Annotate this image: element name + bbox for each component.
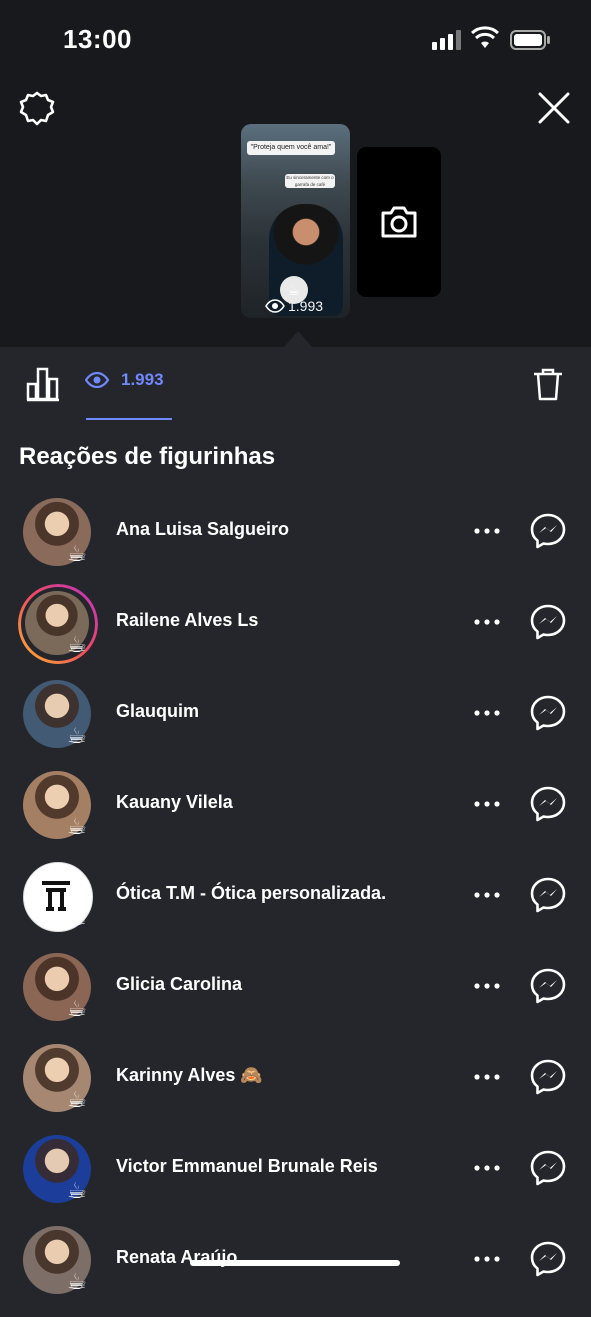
viewer-row[interactable]: ☕ Glauquim — [0, 680, 591, 771]
viewer-name[interactable]: Glauquim — [116, 701, 199, 722]
messenger-icon[interactable] — [529, 694, 567, 732]
messenger-icon[interactable] — [529, 1149, 567, 1187]
coffee-reaction-icon: ☕ — [67, 632, 87, 657]
story-view-count: 1.993 — [265, 298, 323, 314]
gear-icon[interactable] — [18, 90, 56, 128]
coffee-reaction-icon: ☕ — [67, 541, 87, 566]
battery-icon — [510, 30, 550, 50]
viewer-name[interactable]: Ana Luisa Salgueiro — [116, 519, 289, 540]
viewer-row[interactable]: ☕ Ana Luisa Salgueiro — [0, 498, 591, 589]
close-icon[interactable] — [536, 90, 572, 126]
messenger-icon[interactable] — [529, 785, 567, 823]
viewer-row[interactable]: ☕ Railene Alves Ls — [0, 584, 591, 680]
more-options-icon[interactable] — [473, 521, 501, 541]
eye-icon — [265, 299, 285, 313]
more-options-icon[interactable] — [473, 976, 501, 996]
avatar[interactable]: ☕ — [23, 953, 91, 1021]
viewer-row[interactable]: ☕ Kauany Vilela — [0, 771, 591, 862]
avatar[interactable]: ☕ — [23, 1135, 91, 1203]
viewer-name[interactable]: Ótica T.M - Ótica personalizada. — [116, 883, 386, 904]
coffee-reaction-icon: ☕ — [67, 723, 87, 748]
messenger-icon[interactable] — [529, 876, 567, 914]
story-thumbnail[interactable]: "Proteja quem você ama!" Eu sinceramente… — [241, 124, 350, 318]
wifi-icon — [471, 26, 499, 48]
more-options-icon[interactable] — [473, 1249, 501, 1269]
eye-icon — [85, 372, 109, 388]
viewer-row[interactable]: ☕ Victor Emmanuel Brunale Reis — [0, 1135, 591, 1226]
story-views-label: 1.993 — [288, 298, 324, 314]
more-options-icon[interactable] — [473, 794, 501, 814]
viewer-name[interactable]: Glicia Carolina — [116, 974, 242, 995]
trash-icon[interactable] — [531, 366, 565, 402]
coffee-reaction-icon: ☕ — [67, 905, 87, 930]
messenger-icon[interactable] — [529, 967, 567, 1005]
coffee-reaction-icon: ☕ — [67, 1087, 87, 1112]
avatar[interactable]: ☕ — [23, 862, 93, 932]
avatar[interactable]: ☕ — [23, 771, 91, 839]
sticker-reactions-heading: Reações de figurinhas — [19, 443, 276, 470]
home-indicator — [190, 1260, 400, 1266]
viewer-name[interactable]: Kauany Vilela — [116, 792, 233, 813]
selection-caret — [284, 331, 312, 347]
more-options-icon[interactable] — [473, 1158, 501, 1178]
more-options-icon[interactable] — [473, 612, 501, 632]
messenger-icon[interactable] — [529, 1058, 567, 1096]
messenger-icon[interactable] — [529, 512, 567, 550]
avatar[interactable]: ☕ — [23, 680, 91, 748]
add-story-card[interactable] — [357, 147, 441, 297]
insights-chart-icon[interactable] — [25, 366, 61, 402]
more-options-icon[interactable] — [473, 1067, 501, 1087]
story-caption-sticker: Eu sinceramente com o garrafa de café — [285, 174, 335, 188]
messenger-icon[interactable] — [529, 1240, 567, 1278]
coffee-reaction-icon: ☕ — [67, 814, 87, 839]
more-options-icon[interactable] — [473, 885, 501, 905]
coffee-reaction-icon: ☕ — [67, 996, 87, 1021]
more-options-icon[interactable] — [473, 703, 501, 723]
messenger-icon[interactable] — [529, 603, 567, 641]
coffee-reaction-icon: ☕ — [67, 1178, 87, 1203]
viewer-name[interactable]: Railene Alves Ls — [116, 610, 258, 631]
coffee-reaction-icon: ☕ — [67, 1269, 87, 1294]
viewer-row[interactable]: ☕ Renata Araújo — [0, 1226, 591, 1317]
viewer-row[interactable]: ☕ Karinny Alves 🙈 — [0, 1044, 591, 1135]
camera-icon — [381, 206, 417, 238]
active-tab-underline — [86, 418, 172, 420]
avatar[interactable]: ☕ — [23, 498, 91, 566]
viewer-name[interactable]: Karinny Alves 🙈 — [116, 1065, 263, 1086]
viewers-count: 1.993 — [121, 370, 164, 389]
story-quote-sticker: "Proteja quem você ama!" — [247, 141, 335, 155]
signal-icon — [432, 30, 461, 50]
viewer-row[interactable]: ☕ Glicia Carolina — [0, 953, 591, 1044]
viewer-name[interactable]: Victor Emmanuel Brunale Reis — [116, 1156, 378, 1177]
status-time: 13:00 — [63, 24, 132, 54]
viewer-row[interactable]: ☕ Ótica T.M - Ótica personalizada. — [0, 862, 591, 953]
avatar[interactable]: ☕ — [18, 584, 98, 664]
avatar[interactable]: ☕ — [23, 1226, 91, 1294]
avatar[interactable]: ☕ — [23, 1044, 91, 1112]
tab-viewers[interactable]: 1.993 — [85, 370, 164, 390]
